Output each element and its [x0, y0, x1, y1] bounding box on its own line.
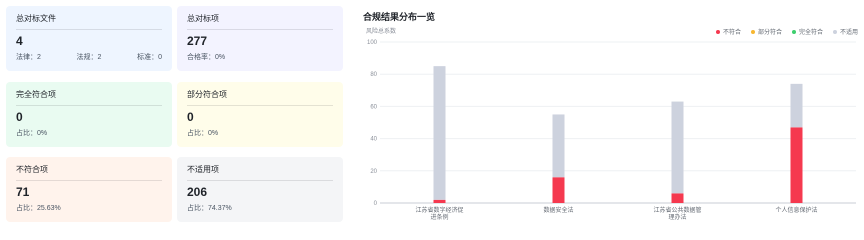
- total-items-card: 总对标项 277 合格率：0%: [177, 6, 343, 71]
- card-foot: 合格率：0%: [187, 52, 333, 62]
- ratio: 占比：0%: [16, 130, 48, 137]
- bar-segment: [433, 66, 446, 200]
- card-value: 4: [16, 34, 23, 48]
- card-foot: 占比：74.37%: [187, 203, 333, 213]
- x-tick-label: 数据安全法: [543, 206, 573, 214]
- bar-segment: [552, 114, 565, 178]
- x-tick-label: 个人信息保护法: [775, 206, 817, 214]
- standard-count: 标准：0: [137, 54, 162, 61]
- y-tick-label: 100: [367, 40, 378, 46]
- regulation-count: 法规：2: [76, 54, 102, 61]
- y-tick-label: 40: [370, 137, 377, 143]
- card-title: 不符合项: [16, 164, 162, 181]
- bar-segment: [552, 177, 565, 203]
- card-foot: 占比：25.63%: [16, 203, 162, 213]
- card-foot: 法律：2 法规：2 标准：0: [16, 52, 162, 62]
- card-value: 0: [16, 110, 23, 124]
- bar-segment: [671, 101, 684, 194]
- pass-rate: 合格率：0%: [187, 54, 226, 61]
- x-tick-label: 江苏省公共数据管: [653, 206, 701, 214]
- x-tick-label: 理办法: [668, 213, 686, 221]
- y-tick-label: 80: [370, 72, 377, 78]
- bar-segment: [671, 193, 684, 203]
- card-title: 总对标项: [187, 13, 333, 30]
- ratio: 占比：0%: [187, 130, 219, 137]
- ratio: 占比：25.63%: [16, 205, 61, 212]
- y-axis-label: 风险总系数: [366, 27, 396, 35]
- full-compliance-card: 完全符合项 0 占比：0%: [6, 82, 172, 147]
- ratio: 占比：74.37%: [187, 205, 232, 212]
- bar-segment: [433, 199, 446, 203]
- card-title: 部分符合项: [187, 89, 333, 106]
- x-tick-label: 江苏省数字经济促: [415, 206, 463, 214]
- chart-title: 合规结果分布一览: [363, 12, 436, 22]
- card-title: 总对标文件: [16, 13, 162, 30]
- compliance-bar-chart: 风险总系数 0 20 40 60 80 100 江苏省数字经济促进条例 数据安全法 江苏省公共数据…: [366, 27, 856, 221]
- card-foot: 占比：0%: [187, 128, 333, 138]
- bar-segment: [790, 127, 803, 203]
- card-value: 206: [187, 185, 208, 199]
- x-tick-label: 进条例: [430, 213, 448, 221]
- partial-compliance-card: 部分符合项 0 占比：0%: [177, 82, 343, 147]
- y-tick-label: 0: [374, 201, 378, 207]
- card-foot: 占比：0%: [16, 128, 162, 138]
- not-applicable-card: 不适用项 206 占比：74.37%: [177, 157, 343, 222]
- non-compliance-card: 不符合项 71 占比：25.63%: [6, 157, 172, 222]
- card-title: 不适用项: [187, 164, 333, 181]
- y-tick-label: 60: [370, 104, 377, 110]
- card-value: 71: [16, 185, 30, 199]
- card-title: 完全符合项: [16, 89, 162, 106]
- y-tick-label: 20: [370, 169, 377, 175]
- bar-segment: [790, 83, 803, 128]
- card-value: 277: [187, 34, 208, 48]
- total-files-card: 总对标文件 4 法律：2 法规：2 标准：0: [6, 6, 172, 71]
- law-count: 法律：2: [16, 54, 41, 61]
- card-value: 0: [187, 110, 194, 124]
